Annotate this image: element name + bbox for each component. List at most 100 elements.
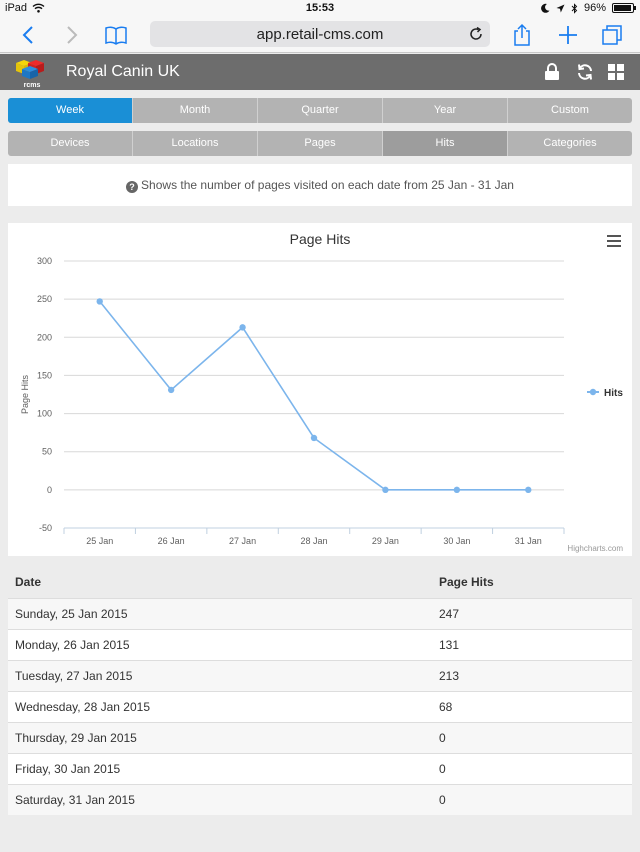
y-tick-label: 250 [37, 294, 52, 304]
tab-month[interactable]: Month [132, 98, 257, 123]
lock-icon[interactable] [543, 63, 561, 81]
forward-button[interactable] [58, 21, 86, 49]
tab-hits[interactable]: Hits [382, 131, 507, 156]
bluetooth-icon [571, 2, 578, 14]
info-panel: ? Shows the number of pages visited on ea… [8, 164, 632, 206]
status-bar: iPad 15:53 96% [0, 0, 640, 17]
address-bar[interactable]: app.retail-cms.com [150, 21, 490, 47]
app-header: rcms Royal Canin UK [0, 54, 640, 90]
battery-icon [612, 3, 636, 13]
tabs-icon [602, 25, 622, 45]
y-axis-label: Page Hits [20, 374, 30, 414]
row-hits: 0 [439, 793, 446, 807]
new-tab-button[interactable] [554, 21, 582, 49]
reload-icon[interactable] [467, 25, 485, 43]
chevron-left-icon [22, 26, 33, 44]
book-icon [105, 26, 127, 45]
row-date: Tuesday, 27 Jan 2015 [15, 669, 133, 683]
battery-percent: 96% [583, 2, 606, 14]
row-hits: 0 [439, 731, 446, 745]
plus-icon [559, 26, 577, 44]
page-hits-chart: Page Hits -50 0 50 100 150 200 250 300 25 Jan 26 … [8, 223, 632, 556]
browser-toolbar: app.retail-cms.com [0, 17, 640, 53]
legend-item-hits[interactable]: Hits [604, 388, 623, 399]
logo-text: rcms [24, 82, 41, 88]
metric-tabs: Devices Locations Pages Hits Categories [8, 131, 632, 156]
back-button[interactable] [14, 21, 42, 49]
hits-column-header: Page Hits [439, 575, 494, 589]
table-row: Sunday, 25 Jan 2015 247 [8, 598, 632, 629]
table-row: Friday, 30 Jan 2015 0 [8, 753, 632, 784]
tab-locations[interactable]: Locations [132, 131, 257, 156]
date-column-header: Date [15, 575, 42, 589]
data-point[interactable] [310, 434, 318, 442]
row-date: Monday, 26 Jan 2015 [15, 638, 130, 652]
tab-pages[interactable]: Pages [257, 131, 382, 156]
table-header: Date Page Hits [8, 567, 632, 598]
y-tick-label: -50 [39, 523, 52, 533]
y-tick-label: 0 [47, 485, 52, 495]
rcms-logo: rcms [16, 60, 44, 88]
tab-custom[interactable]: Custom [507, 98, 632, 123]
row-hits: 131 [439, 638, 460, 652]
y-tick-label: 300 [37, 256, 52, 266]
tab-quarter[interactable]: Quarter [257, 98, 382, 123]
url-text: app.retail-cms.com [256, 26, 384, 43]
share-button[interactable] [508, 21, 536, 49]
data-point[interactable] [382, 486, 389, 494]
chart-credits[interactable]: Highcharts.com [567, 544, 623, 553]
row-date: Thursday, 29 Jan 2015 [15, 731, 137, 745]
share-icon [514, 23, 530, 46]
table-row: Wednesday, 28 Jan 2015 68 [8, 691, 632, 722]
tab-devices[interactable]: Devices [8, 131, 132, 156]
battery-level [614, 5, 632, 11]
location-arrow-icon [556, 4, 565, 12]
data-point[interactable] [239, 324, 246, 331]
bookmarks-button[interactable] [102, 21, 130, 49]
data-point[interactable] [453, 486, 461, 494]
hits-table: Date Page Hits Sunday, 25 Jan 2015 247 Mon… [8, 567, 632, 815]
table-row: Thursday, 29 Jan 2015 0 [8, 722, 632, 753]
tab-categories[interactable]: Categories [507, 131, 632, 156]
series-line-hits [99, 300, 529, 491]
x-tick-label: 30 Jan [443, 536, 470, 546]
row-hits: 0 [439, 762, 446, 776]
app-title: Royal Canin UK [66, 63, 180, 80]
row-hits: 247 [439, 607, 460, 621]
x-tick-label: 28 Jan [300, 536, 327, 546]
period-tabs: Week Month Quarter Year Custom [8, 98, 632, 123]
data-point[interactable] [167, 386, 175, 394]
data-point[interactable] [525, 486, 532, 494]
help-icon: ? [126, 181, 139, 193]
table-body: Sunday, 25 Jan 2015 247 Monday, 26 Jan 201… [8, 598, 632, 815]
row-date: Wednesday, 28 Jan 2015 [15, 700, 150, 714]
row-date: Saturday, 31 Jan 2015 [15, 793, 135, 807]
row-hits: 68 [439, 700, 453, 714]
table-row: Monday, 26 Jan 2015 131 [8, 629, 632, 660]
x-tick-label: 31 Jan [515, 536, 542, 546]
refresh-icon[interactable] [576, 63, 594, 81]
table-row: Tuesday, 27 Jan 2015 213 [8, 660, 632, 691]
row-date: Sunday, 25 Jan 2015 [15, 607, 128, 621]
info-text: Shows the number of pages visited on eac… [141, 178, 514, 192]
chevron-right-icon [67, 26, 78, 44]
x-tick-label: 27 Jan [229, 536, 256, 546]
tab-week[interactable]: Week [8, 98, 132, 123]
data-point[interactable] [96, 298, 103, 305]
grid-icon[interactable] [607, 63, 625, 81]
row-hits: 213 [439, 669, 460, 683]
tab-year[interactable]: Year [382, 98, 507, 123]
y-tick-label: 200 [37, 332, 52, 342]
moon-icon [541, 3, 550, 13]
chart-plot: -50 0 50 100 150 200 250 300 25 Jan 26 Jan 27 Jan 2… [20, 256, 623, 546]
x-tick-label: 25 Jan [86, 536, 113, 546]
legend-symbol-marker [589, 388, 597, 396]
y-tick-label: 50 [42, 447, 52, 457]
x-tick-label: 26 Jan [158, 536, 185, 546]
y-tick-label: 150 [37, 370, 52, 380]
tabs-button[interactable] [598, 21, 626, 49]
x-tick-label: 29 Jan [372, 536, 399, 546]
row-date: Friday, 30 Jan 2015 [15, 762, 121, 776]
y-tick-label: 100 [37, 409, 52, 419]
table-row: Saturday, 31 Jan 2015 0 [8, 784, 632, 815]
